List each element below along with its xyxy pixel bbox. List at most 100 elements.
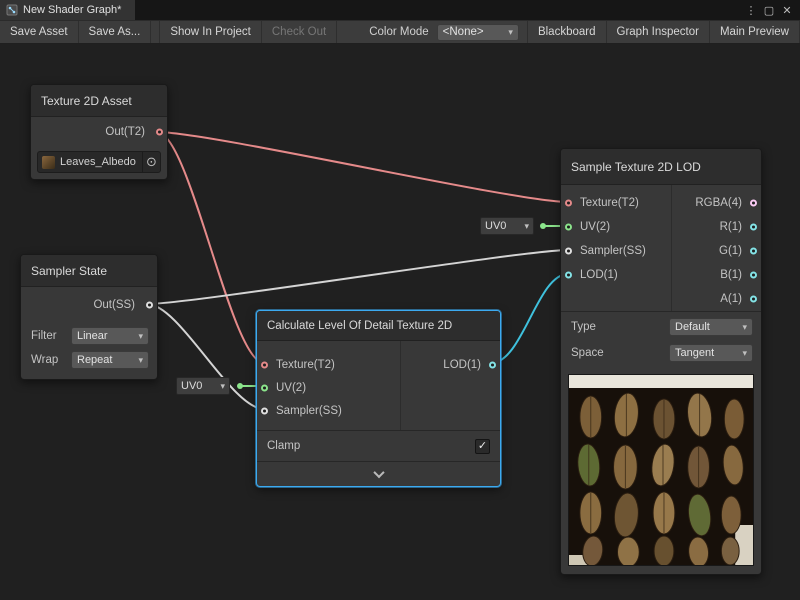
window-controls: ⋮ ▢ ✕	[742, 4, 800, 17]
node-title: Sample Texture 2D LOD	[571, 160, 701, 174]
out-t2-label: Out(T2)	[105, 126, 145, 138]
g-output-label: G(1)	[719, 245, 742, 257]
node-title: Calculate Level Of Detail Texture 2D	[267, 320, 452, 332]
window-tab[interactable]: New Shader Graph*	[0, 0, 135, 20]
edge-sampler-to-sample[interactable]	[147, 250, 568, 304]
node-preview-image	[568, 374, 754, 566]
sampler-input-port[interactable]	[261, 407, 268, 414]
out-ss-port[interactable]	[146, 302, 153, 309]
node-title: Texture 2D Asset	[41, 94, 132, 108]
uv-channel-value: UV0	[181, 380, 202, 392]
wrap-label: Wrap	[31, 354, 58, 366]
uv-channel-dropdown-calc[interactable]: UV0 ▾	[176, 377, 230, 395]
color-mode-label: Color Mode	[337, 21, 436, 43]
type-label: Type	[571, 321, 596, 333]
sampler-input-label: Sampler(SS)	[276, 405, 342, 417]
color-mode-dropdown[interactable]: <None> ▾	[437, 24, 519, 41]
sampler-input-label: Sampler(SS)	[580, 245, 646, 257]
texture-input-label: Texture(T2)	[580, 197, 639, 209]
wrap-value: Repeat	[77, 354, 112, 366]
shader-graph-window: New Shader Graph* ⋮ ▢ ✕ Save Asset Save …	[0, 0, 800, 600]
sampler-input-port[interactable]	[565, 248, 572, 255]
calc-output-column: LOD(1)	[400, 341, 500, 430]
texture-input-port[interactable]	[565, 200, 572, 207]
filter-value: Linear	[77, 330, 108, 342]
kebab-menu-icon[interactable]: ⋮	[742, 4, 760, 17]
texture-object-value: Leaves_Albedo	[60, 156, 137, 168]
title-bar: New Shader Graph* ⋮ ▢ ✕	[0, 0, 800, 20]
rgba-output-port[interactable]	[750, 200, 757, 207]
space-value: Tangent	[675, 347, 714, 359]
r-output-label: R(1)	[720, 221, 742, 233]
a-output-label: A(1)	[720, 293, 742, 305]
lod-output-port[interactable]	[489, 361, 496, 368]
uv0-top-port[interactable]	[540, 223, 546, 229]
lod-input-label: LOD(1)	[580, 269, 618, 281]
graph-toolbar: Save Asset Save As... Show In Project Ch…	[0, 20, 800, 44]
lod-input-port[interactable]	[565, 272, 572, 279]
chevron-down-icon: ▾	[742, 322, 747, 333]
filter-dropdown[interactable]: Linear ▾	[71, 327, 149, 345]
close-icon[interactable]: ✕	[778, 4, 796, 17]
chevron-down-icon: ▾	[138, 355, 143, 366]
space-dropdown[interactable]: Tangent ▾	[669, 344, 753, 362]
b-output-label: B(1)	[720, 269, 742, 281]
clamp-label: Clamp	[267, 440, 300, 452]
sample-output-column: RGBA(4) R(1) G(1) B(1)	[671, 185, 761, 311]
blackboard-toggle-button[interactable]: Blackboard	[527, 21, 607, 43]
save-asset-button[interactable]: Save Asset	[0, 21, 79, 43]
edge-texture-to-sample[interactable]	[157, 132, 568, 202]
uv-input-label: UV(2)	[580, 221, 610, 233]
clamp-checkbox[interactable]: ✓	[475, 439, 490, 454]
window-title: New Shader Graph*	[23, 4, 121, 16]
out-ss-label: Out(SS)	[93, 299, 135, 311]
texture-2d-asset-node[interactable]: Texture 2D Asset Out(T2) Leaves_Albedo ⊙	[30, 84, 168, 180]
uv-input-label: UV(2)	[276, 382, 306, 394]
main-preview-toggle-button[interactable]: Main Preview	[710, 21, 800, 43]
chevron-down-icon	[373, 467, 384, 478]
out-t2-port[interactable]	[156, 129, 163, 136]
uv-input-port[interactable]	[261, 384, 268, 391]
calculate-lod-node[interactable]: Calculate Level Of Detail Texture 2D Tex…	[256, 310, 501, 487]
texture-object-field[interactable]: Leaves_Albedo ⊙	[37, 151, 161, 173]
graph-canvas[interactable]: Texture 2D Asset Out(T2) Leaves_Albedo ⊙…	[0, 44, 800, 600]
chevron-down-icon: ▾	[742, 348, 747, 359]
chevron-down-icon: ▾	[138, 331, 143, 342]
collapse-node-button[interactable]	[257, 462, 500, 486]
r-output-port[interactable]	[750, 224, 757, 231]
chevron-down-icon: ▾	[508, 27, 513, 38]
sampler-state-node[interactable]: Sampler State Out(SS) Filter Linear ▾ Wr…	[20, 254, 158, 380]
uv-channel-dropdown-sample[interactable]: UV0 ▾	[480, 217, 534, 235]
sample-texture-2d-lod-node[interactable]: Sample Texture 2D LOD Texture(T2) UV(2) …	[560, 148, 762, 575]
maximize-icon[interactable]: ▢	[760, 4, 778, 17]
uv-input-port[interactable]	[565, 224, 572, 231]
edge-texture-to-calc[interactable]	[157, 132, 264, 363]
type-dropdown[interactable]: Default ▾	[669, 318, 753, 336]
a-output-port[interactable]	[750, 296, 757, 303]
check-icon: ✓	[478, 441, 487, 452]
show-in-project-button[interactable]: Show In Project	[159, 21, 262, 43]
object-picker-icon[interactable]: ⊙	[142, 152, 160, 172]
g-output-port[interactable]	[750, 248, 757, 255]
check-out-button[interactable]: Check Out	[262, 21, 337, 43]
filter-label: Filter	[31, 330, 57, 342]
node-title: Sampler State	[31, 264, 107, 278]
chevron-down-icon: ▾	[220, 381, 225, 392]
toolbar-right-group: Blackboard Graph Inspector Main Preview	[519, 21, 800, 43]
b-output-port[interactable]	[750, 272, 757, 279]
lod-output-label: LOD(1)	[443, 359, 481, 371]
color-mode-value: <None>	[443, 26, 484, 38]
graph-inspector-toggle-button[interactable]: Graph Inspector	[607, 21, 710, 43]
uv-channel-value: UV0	[485, 220, 506, 232]
texture-thumbnail-icon	[42, 156, 55, 169]
edge-lod-to-sample[interactable]	[491, 274, 568, 363]
uv0-bottom-port[interactable]	[237, 383, 243, 389]
rgba-output-label: RGBA(4)	[695, 197, 742, 209]
save-as-button[interactable]: Save As...	[79, 21, 152, 43]
texture-input-port[interactable]	[261, 361, 268, 368]
wrap-dropdown[interactable]: Repeat ▾	[71, 351, 149, 369]
type-value: Default	[675, 321, 710, 333]
texture-input-label: Texture(T2)	[276, 359, 335, 371]
shader-graph-icon	[6, 4, 18, 16]
space-label: Space	[571, 347, 604, 359]
